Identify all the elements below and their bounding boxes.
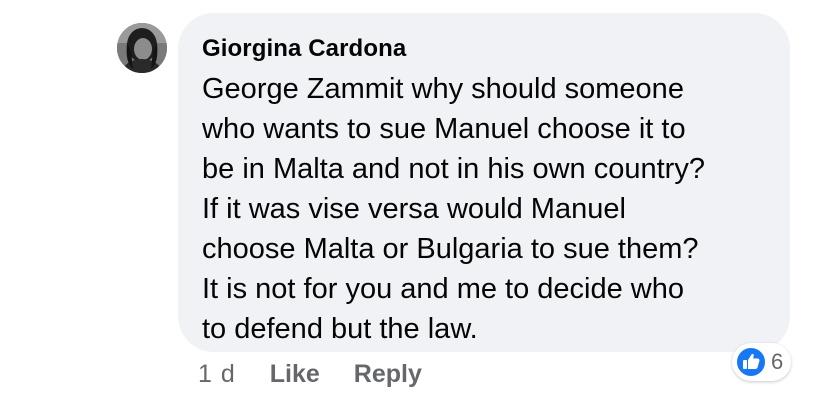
reply-button[interactable]: Reply xyxy=(354,360,422,389)
reactions-badge[interactable]: 6 xyxy=(732,343,792,381)
timestamp[interactable]: 1 d xyxy=(198,360,236,389)
reaction-count: 6 xyxy=(771,349,784,374)
avatar[interactable] xyxy=(117,23,167,73)
comment-actions: 1 d Like Reply xyxy=(198,356,422,392)
comment: Giorgina Cardona George Zammit why shoul… xyxy=(0,0,828,400)
like-reaction-icon xyxy=(735,346,767,378)
comment-bubble: Giorgina Cardona George Zammit why shoul… xyxy=(178,13,790,352)
avatar-photo xyxy=(117,23,167,73)
author-name[interactable]: Giorgina Cardona xyxy=(202,33,766,65)
comment-text: George Zammit why should someone who wan… xyxy=(202,73,705,345)
like-button[interactable]: Like xyxy=(270,360,320,389)
